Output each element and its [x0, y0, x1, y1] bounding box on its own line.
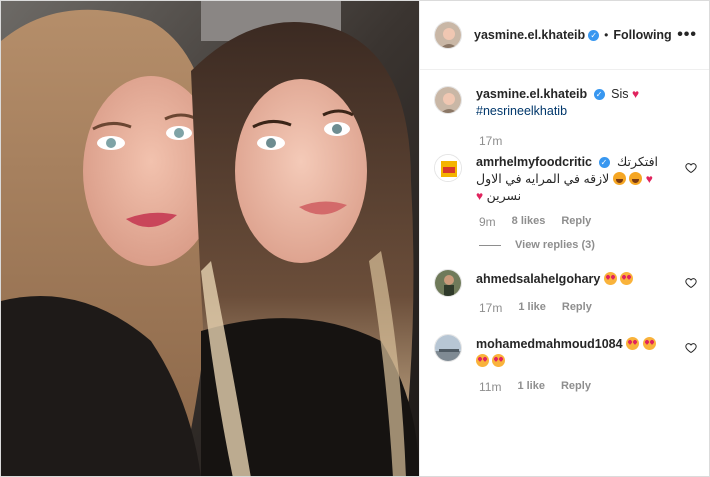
comment-item: amrhelmyfoodcritic ✓ افتكرتك لازقه في ال… — [434, 154, 697, 251]
verified-badge-icon: ✓ — [593, 89, 605, 101]
commenter-avatar[interactable] — [434, 154, 462, 182]
heart-eyes-emoji-icon — [626, 337, 640, 350]
comment-body: ahmedsalahelgohary — [476, 269, 697, 288]
reply-button[interactable]: Reply — [561, 215, 591, 229]
comment-likes[interactable]: 8 likes — [512, 215, 546, 229]
comment-time[interactable]: 11m — [479, 380, 501, 394]
caption-text: Sis — [611, 87, 629, 101]
post-header: yasmine.el.khateib ✓ • Following ••• — [420, 1, 709, 70]
verified-badge-icon: ✓ — [598, 157, 610, 169]
red-heart-icon: ♥ — [476, 189, 484, 203]
view-replies-button[interactable]: View replies (3) — [479, 239, 697, 251]
comment-body: amrhelmyfoodcritic ✓ افتكرتك لازقه في ال… — [476, 154, 697, 205]
red-heart-icon: ♥ — [632, 87, 640, 101]
like-heart-icon[interactable] — [685, 342, 697, 354]
commenter-avatar[interactable] — [434, 269, 462, 297]
heart-eyes-emoji-icon — [642, 337, 656, 350]
laughing-emoji-icon — [612, 172, 626, 185]
comment-item: ahmedsalahelgohary 17m 1 like Reply — [434, 269, 697, 315]
caption-time[interactable]: 17m — [479, 134, 502, 148]
caption: yasmine.el.khateib ✓ Sis ♥ #nesrineelkha… — [434, 86, 697, 148]
comment-likes[interactable]: 1 like — [518, 301, 546, 315]
comment-username[interactable]: mohamedmahmoud1084 — [476, 337, 623, 351]
comment-text-line3: نسرين — [486, 189, 522, 203]
comment-meta: 9m 8 likes Reply — [479, 215, 697, 229]
heart-eyes-emoji-icon — [492, 354, 506, 367]
selfie-image — [1, 1, 419, 476]
author-username[interactable]: yasmine.el.khateib — [474, 28, 585, 42]
comment-text-line2: لازقه في المرايه في الاول — [476, 172, 610, 186]
more-options-icon[interactable]: ••• — [677, 26, 697, 44]
commenter-avatar[interactable] — [434, 334, 462, 362]
bullet-separator: • — [604, 28, 609, 42]
instagram-post: yasmine.el.khateib ✓ • Following ••• yas… — [0, 0, 710, 477]
caption-username[interactable]: yasmine.el.khateib — [476, 87, 587, 101]
comment-username[interactable]: ahmedsalahelgohary — [476, 272, 600, 286]
like-heart-icon[interactable] — [685, 162, 697, 174]
comment-time[interactable]: 9m — [479, 215, 496, 229]
following-button[interactable]: Following — [613, 28, 671, 42]
heart-eyes-emoji-icon — [476, 354, 489, 367]
red-heart-icon: ♥ — [645, 172, 653, 186]
caption-meta: 17m — [479, 134, 697, 148]
comment-likes[interactable]: 1 like — [517, 380, 545, 394]
author-avatar[interactable] — [434, 21, 462, 49]
caption-body: yasmine.el.khateib ✓ Sis ♥ #nesrineelkha… — [476, 86, 697, 120]
heart-eyes-emoji-icon — [603, 272, 617, 285]
comment-time[interactable]: 17m — [479, 301, 502, 315]
like-heart-icon[interactable] — [685, 277, 697, 289]
comments-panel: yasmine.el.khateib ✓ • Following ••• yas… — [419, 1, 709, 476]
comment-meta: 11m 1 like Reply — [479, 380, 697, 394]
post-photo[interactable] — [1, 1, 419, 476]
view-replies-label[interactable]: View replies (3) — [515, 239, 595, 251]
comment-body: mohamedmahmoud1084 — [476, 334, 697, 370]
replies-divider — [479, 244, 501, 246]
reply-button[interactable]: Reply — [562, 301, 592, 315]
comment-text-line1: افتكرتك — [616, 155, 659, 169]
comment-meta: 17m 1 like Reply — [479, 301, 697, 315]
caption-avatar[interactable] — [434, 86, 462, 114]
caption-hashtag[interactable]: #nesrineelkhatib — [476, 104, 567, 118]
reply-button[interactable]: Reply — [561, 380, 591, 394]
heart-eyes-emoji-icon — [620, 272, 634, 285]
comment-username[interactable]: amrhelmyfoodcritic — [476, 155, 592, 169]
comment-item: mohamedmahmoud1084 11m 1 like Reply — [434, 334, 697, 394]
verified-badge-icon: ✓ — [588, 29, 600, 41]
laughing-emoji-icon — [629, 172, 643, 185]
